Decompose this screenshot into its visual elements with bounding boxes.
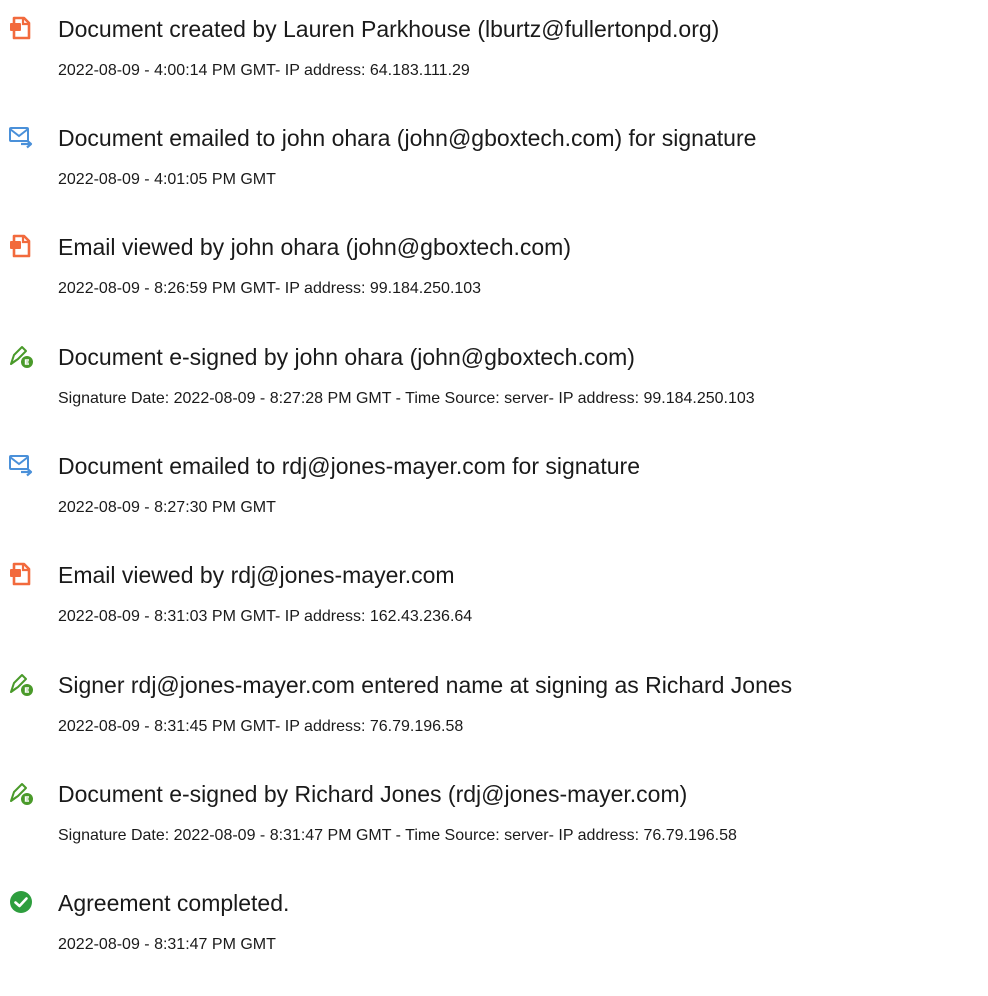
event-title: Signer rdj@jones-mayer.com entered name … (58, 672, 793, 698)
event-title: Email viewed by rdj@jones-mayer.com (58, 562, 455, 588)
event-title: Document created by Lauren Parkhouse (lb… (58, 16, 720, 42)
event-detail: 2022-08-09 - 4:00:14 PM GMT- IP address:… (58, 62, 470, 79)
audit-event: Document emailed to john ohara (john@gbo… (0, 124, 988, 224)
audit-event: Agreement completed. 2022-08-09 - 8:31:4… (0, 889, 988, 989)
event-detail: 2022-08-09 - 8:31:03 PM GMT- IP address:… (58, 608, 473, 625)
audit-event: Email viewed by rdj@jones-mayer.com 2022… (0, 561, 988, 661)
event-title: Document e-signed by Richard Jones (rdj@… (58, 781, 688, 807)
event-title: Agreement completed. (58, 890, 290, 916)
event-title: Document e-signed by john ohara (john@gb… (58, 344, 635, 370)
event-detail: 2022-08-09 - 8:27:30 PM GMT (58, 499, 276, 516)
event-detail: 2022-08-09 - 4:01:05 PM GMT (58, 171, 276, 188)
audit-event: Signer rdj@jones-mayer.com entered name … (0, 671, 988, 771)
email-sent-icon (8, 124, 34, 150)
event-detail: 2022-08-09 - 8:31:45 PM GMT- IP address:… (58, 718, 464, 735)
checkmark-circle-icon (8, 889, 34, 915)
event-detail: Signature Date: 2022-08-09 - 8:31:47 PM … (58, 827, 737, 844)
document-created-icon (8, 15, 34, 41)
email-sent-icon (8, 452, 34, 478)
event-title: Document emailed to john ohara (john@gbo… (58, 125, 757, 151)
audit-event: Email viewed by john ohara (john@gboxtec… (0, 233, 988, 333)
document-viewed-icon (8, 233, 34, 259)
e-sign-pen-icon (8, 780, 34, 806)
e-sign-pen-icon (8, 343, 34, 369)
audit-event: Document e-signed by john ohara (john@gb… (0, 343, 988, 443)
audit-event: Document emailed to rdj@jones-mayer.com … (0, 452, 988, 552)
e-sign-pen-icon (8, 671, 34, 697)
event-title: Document emailed to rdj@jones-mayer.com … (58, 453, 640, 479)
event-detail: Signature Date: 2022-08-09 - 8:27:28 PM … (58, 390, 755, 407)
event-detail: 2022-08-09 - 8:31:47 PM GMT (58, 936, 276, 953)
event-detail: 2022-08-09 - 8:26:59 PM GMT- IP address:… (58, 280, 482, 297)
document-viewed-icon (8, 561, 34, 587)
audit-event: Document created by Lauren Parkhouse (lb… (0, 15, 988, 115)
event-title: Email viewed by john ohara (john@gboxtec… (58, 234, 571, 260)
audit-event: Document e-signed by Richard Jones (rdj@… (0, 780, 988, 880)
